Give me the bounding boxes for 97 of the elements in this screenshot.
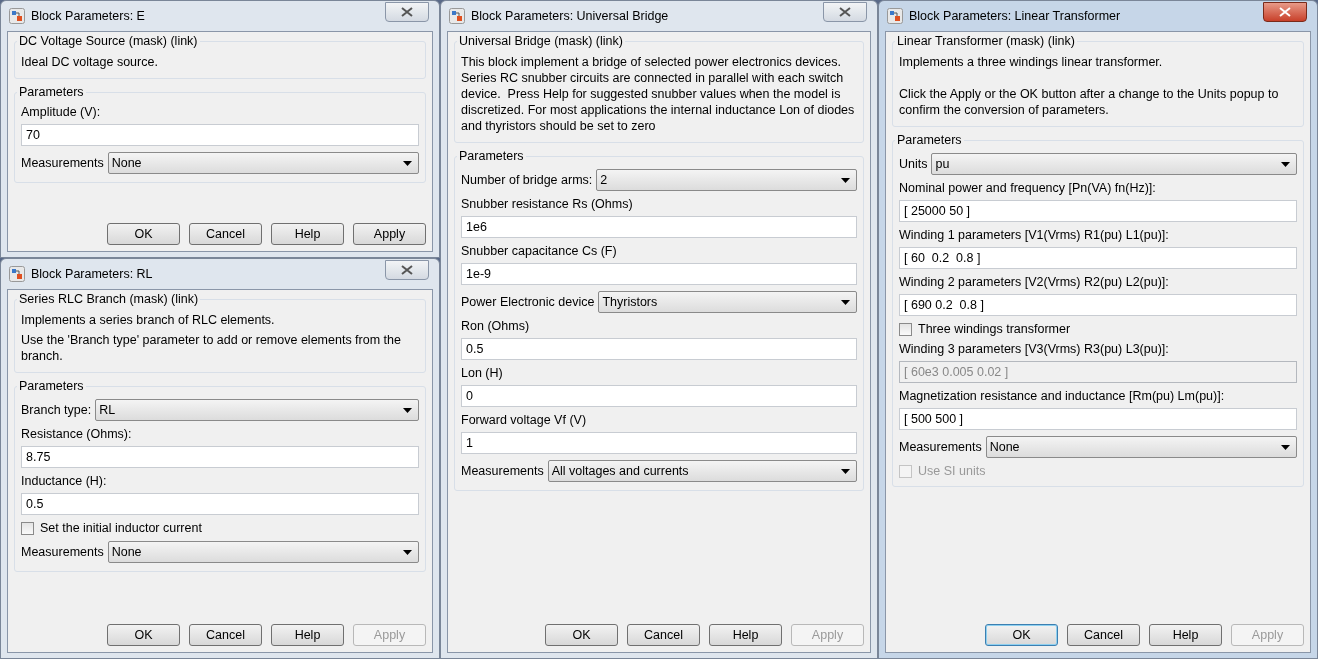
caret-icon <box>403 549 412 555</box>
dialog-button[interactable]: Cancel <box>189 624 262 646</box>
field-label: Amplitude (V): <box>21 105 102 119</box>
checkbox[interactable] <box>899 322 912 336</box>
caret-icon <box>403 160 412 166</box>
block-icon <box>449 8 465 24</box>
close-button[interactable] <box>385 260 429 280</box>
dialog-button[interactable]: Cancel <box>627 624 700 646</box>
close-icon <box>401 7 413 17</box>
window-title: Block Parameters: E <box>31 9 146 23</box>
dropdown[interactable]: 2 <box>596 169 857 191</box>
group-title: Parameters <box>896 133 963 147</box>
field-label: Power Electronic device <box>461 295 595 309</box>
block-icon <box>9 8 25 24</box>
dropdown[interactable]: None <box>985 436 1297 458</box>
dropdown[interactable]: pu <box>931 153 1297 175</box>
caret-icon <box>841 299 850 305</box>
group-title: Parameters <box>458 149 525 163</box>
input-field[interactable]: 0 <box>461 385 857 407</box>
input-field[interactable]: [ 690 0.2 0.8 ] <box>899 294 1297 316</box>
dialog-button[interactable]: OK <box>985 624 1058 646</box>
input-field[interactable]: 70 <box>21 124 419 146</box>
dropdown[interactable]: All voltages and currents <box>547 460 857 482</box>
dropdown[interactable]: RL <box>95 399 419 421</box>
caret-icon <box>403 407 412 413</box>
block-icon <box>9 266 25 282</box>
dialog-button[interactable]: Cancel <box>1067 624 1140 646</box>
dialog-button[interactable]: Help <box>709 624 782 646</box>
field-label: Measurements <box>461 464 544 478</box>
description-text: Implements a three windings linear transformer. <box>899 54 1164 70</box>
close-icon <box>401 265 413 275</box>
dialog-button[interactable]: Apply <box>353 223 426 245</box>
dialog-button[interactable]: Help <box>271 624 344 646</box>
description-text: Click the Apply or the OK button after a change to the Units popup to confirm the conversion of parameters. <box>899 86 1280 118</box>
field-label: Measurements <box>21 545 104 559</box>
input-field[interactable]: 1e-9 <box>461 263 857 285</box>
checkbox-label: Set the initial inductor current <box>40 521 202 535</box>
close-button[interactable] <box>385 2 429 22</box>
field-label: Measurements <box>899 440 982 454</box>
input-field[interactable]: 8.75 <box>21 446 419 468</box>
field-label: Branch type: <box>21 403 92 417</box>
close-button[interactable] <box>823 2 867 22</box>
caret-icon <box>841 177 850 183</box>
window-title: Block Parameters: Linear Transformer <box>909 9 1122 23</box>
window-title: Block Parameters: Universal Bridge <box>471 9 670 23</box>
caret-icon <box>1281 161 1290 167</box>
close-icon <box>839 7 851 17</box>
group-title: Parameters <box>18 379 85 393</box>
field-label: Snubber capacitance Cs (F) <box>461 244 618 258</box>
input-field[interactable]: [ 60 0.2 0.8 ] <box>899 247 1297 269</box>
dialog-button[interactable]: Help <box>1149 624 1222 646</box>
field-label: Number of bridge arms: <box>461 173 593 187</box>
field-label: Magnetization resistance and inductance [Rm(pu) Lm(pu)]: <box>899 389 1226 403</box>
input-field[interactable]: 1e6 <box>461 216 857 238</box>
dialog-button[interactable]: Help <box>271 223 344 245</box>
close-button[interactable] <box>1263 2 1307 22</box>
field-label: Ron (Ohms) <box>461 319 531 333</box>
dialog-button[interactable]: OK <box>107 223 180 245</box>
field-label: Inductance (H): <box>21 474 108 488</box>
group-title: DC Voltage Source (mask) (link) <box>18 34 199 48</box>
dropdown[interactable]: None <box>107 152 419 174</box>
dropdown[interactable]: None <box>107 541 419 563</box>
dialog-button[interactable]: OK <box>545 624 618 646</box>
input-field[interactable]: 0.5 <box>461 338 857 360</box>
description-text: Use the 'Branch type' parameter to add or remove elements from the branch. <box>21 332 402 364</box>
field-label: Resistance (Ohms): <box>21 427 133 441</box>
field-label: Measurements <box>21 156 104 170</box>
checkbox[interactable] <box>21 521 34 535</box>
input-field[interactable]: 1 <box>461 432 857 454</box>
checkbox-label: Use SI units <box>918 464 986 478</box>
caret-icon <box>841 468 850 474</box>
group-title: Parameters <box>18 85 85 99</box>
field-label: Forward voltage Vf (V) <box>461 413 588 427</box>
field-label: Lon (H) <box>461 366 504 380</box>
field-label: Units <box>899 157 928 171</box>
dialog-button[interactable]: OK <box>107 624 180 646</box>
description-text: Ideal DC voltage source. <box>21 54 159 70</box>
input-field[interactable]: [ 25000 50 ] <box>899 200 1297 222</box>
description-text: Implements a series branch of RLC elements. <box>21 312 276 328</box>
input-field[interactable]: 0.5 <box>21 493 419 515</box>
field-label: Winding 1 parameters [V1(Vrms) R1(pu) L1(pu)]: <box>899 228 1170 242</box>
group-title: Universal Bridge (mask) (link) <box>458 34 624 48</box>
field-label: Snubber resistance Rs (Ohms) <box>461 197 634 211</box>
group-title: Linear Transformer (mask) (link) <box>896 34 1076 48</box>
caret-icon <box>1281 444 1290 450</box>
checkbox-label: Three windings transformer <box>918 322 1071 336</box>
dropdown[interactable]: Thyristors <box>598 291 857 313</box>
description-text: This block implement a bridge of selected power electronics devices. Series RC snubber circuits are connected in parallel with each switch device. Press Help for suggested snubber values when the model is discretized. For most applications the internal inductance Lon of diodes and thyristors should be set to zero <box>461 54 856 134</box>
dialog-button[interactable]: Cancel <box>189 223 262 245</box>
field-label: Nominal power and frequency [Pn(VA) fn(Hz)]: <box>899 181 1157 195</box>
window-title: Block Parameters: RL <box>31 267 154 281</box>
close-icon <box>1279 7 1291 17</box>
input-field[interactable]: [ 500 500 ] <box>899 408 1297 430</box>
field-label: Winding 3 parameters [V3(Vrms) R3(pu) L3(pu)]: <box>899 342 1170 356</box>
group-title: Series RLC Branch (mask) (link) <box>18 292 200 306</box>
field-label: Winding 2 parameters [V2(Vrms) R2(pu) L2(pu)]: <box>899 275 1170 289</box>
block-icon <box>887 8 903 24</box>
